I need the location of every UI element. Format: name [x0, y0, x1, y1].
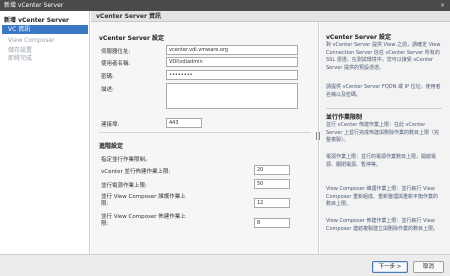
help-title-limits: 並行作業限制	[326, 114, 363, 121]
server-address-input[interactable]: vcenter.vdi.vmware.org	[166, 45, 298, 55]
username-label: 使用者名稱:	[101, 61, 131, 67]
help-text-composer-maintenance: View Composer 維護作業上限：並行執行 View Composer …	[326, 186, 438, 208]
sidebar-item-vc-info[interactable]: VC 資訊	[2, 25, 88, 34]
server-address-label: 伺服器位址:	[101, 49, 131, 55]
close-icon[interactable]: ×	[438, 0, 447, 11]
section-title: vCenter Server 設定	[99, 35, 165, 42]
sidebar-item-view-composer: View Composer	[8, 37, 55, 44]
page-title: vCenter Server 資訊	[91, 11, 450, 22]
section-divider	[99, 132, 311, 133]
limit-provisioning-label: vCenter 並行佈建作業上限:	[101, 169, 171, 175]
next-button[interactable]: 下一步 >	[372, 261, 408, 273]
window-titlebar: 新增 vCenter Server ×	[0, 0, 450, 11]
sidebar-item-ready: 即將完成	[8, 55, 33, 62]
description-textarea[interactable]	[166, 83, 298, 109]
advanced-subtitle: 指定並行作業限制。	[101, 157, 151, 163]
password-label: 密碼:	[101, 74, 114, 80]
window-title: 新增 vCenter Server	[4, 2, 64, 9]
advanced-title: 進階設定	[99, 143, 124, 150]
help-text-provisioning: 並行 vCenter 佈建作業上限：在此 vCenter Server 上並行完…	[326, 122, 439, 144]
sidebar-group-title: 新增 vCenter Server	[4, 17, 70, 24]
password-input[interactable]: ••••••••	[166, 70, 298, 80]
limit-provisioning-input[interactable]: 20	[254, 165, 290, 175]
help-panel: vCenter Server 設定 對 vCenter Server 提供 Vi…	[320, 22, 450, 254]
limit-composer-maintenance-input[interactable]: 12	[254, 198, 290, 208]
limit-power-input[interactable]: 50	[254, 179, 290, 189]
description-label: 描述:	[101, 87, 114, 93]
help-text-composer-provisioning: View Composer 佈建作業上限：並行執行 View Composer …	[326, 218, 438, 232]
limit-power-label: 並行電源作業上限:	[101, 183, 147, 189]
limit-composer-provisioning-label: 並行 View Composer 佈建作業上 限:	[101, 214, 186, 227]
help-title-settings: vCenter Server 設定	[326, 34, 392, 41]
port-label: 連接埠:	[101, 122, 120, 128]
limit-composer-maintenance-label: 並行 View Composer 維護作業上 限:	[101, 194, 186, 207]
username-input[interactable]: VDI\vdiadmin	[166, 57, 298, 67]
help-divider	[326, 108, 442, 109]
port-input[interactable]: 443	[166, 118, 202, 128]
help-text-fqdn: 請提供 vCenter Server FQDN 或 IP 位址，使用者名稱以及密…	[326, 84, 441, 98]
wizard-sidebar: 新增 vCenter Server VC 資訊 View Composer 儲存…	[0, 11, 90, 254]
limit-composer-provisioning-input[interactable]: 8	[254, 218, 290, 228]
vcenter-settings-form: vCenter Server 設定 伺服器位址: vcenter.vdi.vmw…	[91, 22, 319, 254]
help-text-power: 電源作業上限：並行的電源作業數目上限，開啟電源、關閉電源、暫停等。	[326, 154, 437, 168]
wizard-footer: 下一步 > 取消	[0, 254, 450, 276]
help-text-certificates: 對 vCenter Server 提供 View 之前，請確定 View Con…	[326, 42, 441, 71]
cancel-button[interactable]: 取消	[413, 261, 444, 273]
